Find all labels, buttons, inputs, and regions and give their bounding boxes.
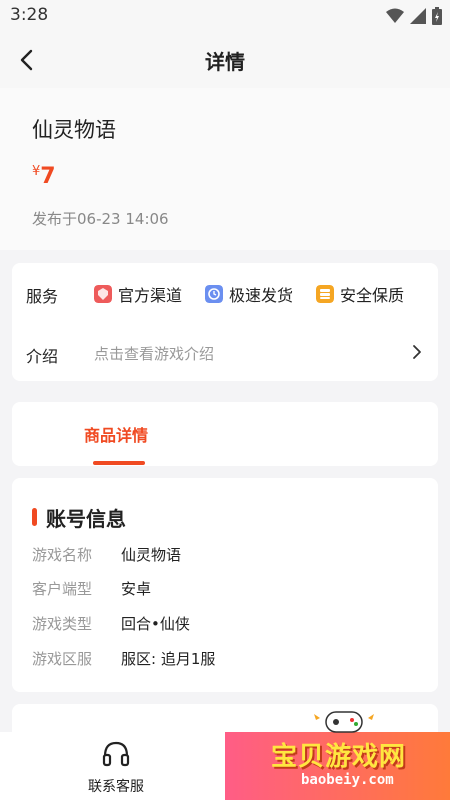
tab-active-indicator xyxy=(93,461,145,465)
service-item-fast-delivery: 极速发货 xyxy=(205,282,293,306)
product-name: 仙灵物语 xyxy=(32,118,116,142)
tab-product-details[interactable]: 商品详情 xyxy=(84,422,148,446)
site-watermark: 宝贝游戏网 baobeiy.com xyxy=(225,732,450,800)
status-bar: 3:28 xyxy=(0,0,450,32)
price-value: 7 xyxy=(40,164,56,189)
status-icons xyxy=(386,7,442,25)
wifi-icon xyxy=(386,8,404,23)
info-row-client-type: 客户端型 安卓 xyxy=(32,578,151,599)
info-key: 游戏类型 xyxy=(32,615,93,633)
info-key: 游戏区服 xyxy=(32,650,93,668)
intro-hint: 点击查看游戏介绍 xyxy=(94,345,215,363)
info-row-game-type: 游戏类型 回合•仙侠 xyxy=(32,613,190,634)
status-time: 3:28 xyxy=(10,5,49,25)
info-row-server: 游戏区服 服区: 追月1服 xyxy=(32,648,215,669)
info-row-game-name: 游戏名称 仙灵物语 xyxy=(32,544,181,565)
headset-icon xyxy=(102,741,130,767)
service-card: 服务 官方渠道 极速发货 安全保质 介绍 点击查看游戏介绍 xyxy=(12,263,438,381)
info-value: 回合•仙侠 xyxy=(121,615,190,633)
publish-date: 发布于06-23 14:06 xyxy=(32,210,169,228)
contact-support-button[interactable]: 联系客服 xyxy=(76,740,156,796)
database-icon xyxy=(316,285,334,303)
info-value: 服区: 追月1服 xyxy=(121,650,216,668)
info-key: 游戏名称 xyxy=(32,546,93,564)
section-title: 账号信息 xyxy=(46,507,126,531)
info-value: 仙灵物语 xyxy=(121,546,182,564)
clock-icon xyxy=(205,285,223,303)
chevron-right-icon xyxy=(413,345,421,359)
service-label: 服务 xyxy=(26,287,59,306)
nav-header: 详情 xyxy=(0,32,450,88)
battery-icon xyxy=(432,7,442,25)
page-title: 详情 xyxy=(205,50,245,74)
detail-tabs: 商品详情 xyxy=(12,402,438,466)
watermark-text: 宝贝游戏网 xyxy=(271,742,407,772)
service-item-label: 安全保质 xyxy=(340,286,405,305)
service-item-official: 官方渠道 xyxy=(94,282,182,306)
contact-support-label: 联系客服 xyxy=(88,779,144,795)
gamepad-logo-icon xyxy=(314,711,374,733)
watermark-url: baobeiy.com xyxy=(301,772,394,788)
product-summary: 仙灵物语 ¥7 发布于06-23 14:06 xyxy=(0,88,450,250)
signal-icon xyxy=(410,8,426,24)
service-item-secure: 安全保质 xyxy=(316,282,404,306)
service-item-label: 官方渠道 xyxy=(118,286,183,305)
service-item-label: 极速发货 xyxy=(229,286,294,305)
info-key: 客户端型 xyxy=(32,580,93,598)
info-value: 安卓 xyxy=(121,580,152,598)
product-price: ¥7 xyxy=(32,164,56,189)
shield-icon xyxy=(94,285,112,303)
intro-label: 介绍 xyxy=(26,347,59,366)
account-info-card: 账号信息 游戏名称 仙灵物语 客户端型 安卓 游戏类型 回合•仙侠 游戏区服 服区: 追… xyxy=(12,478,438,692)
section-accent-bar xyxy=(32,508,37,526)
